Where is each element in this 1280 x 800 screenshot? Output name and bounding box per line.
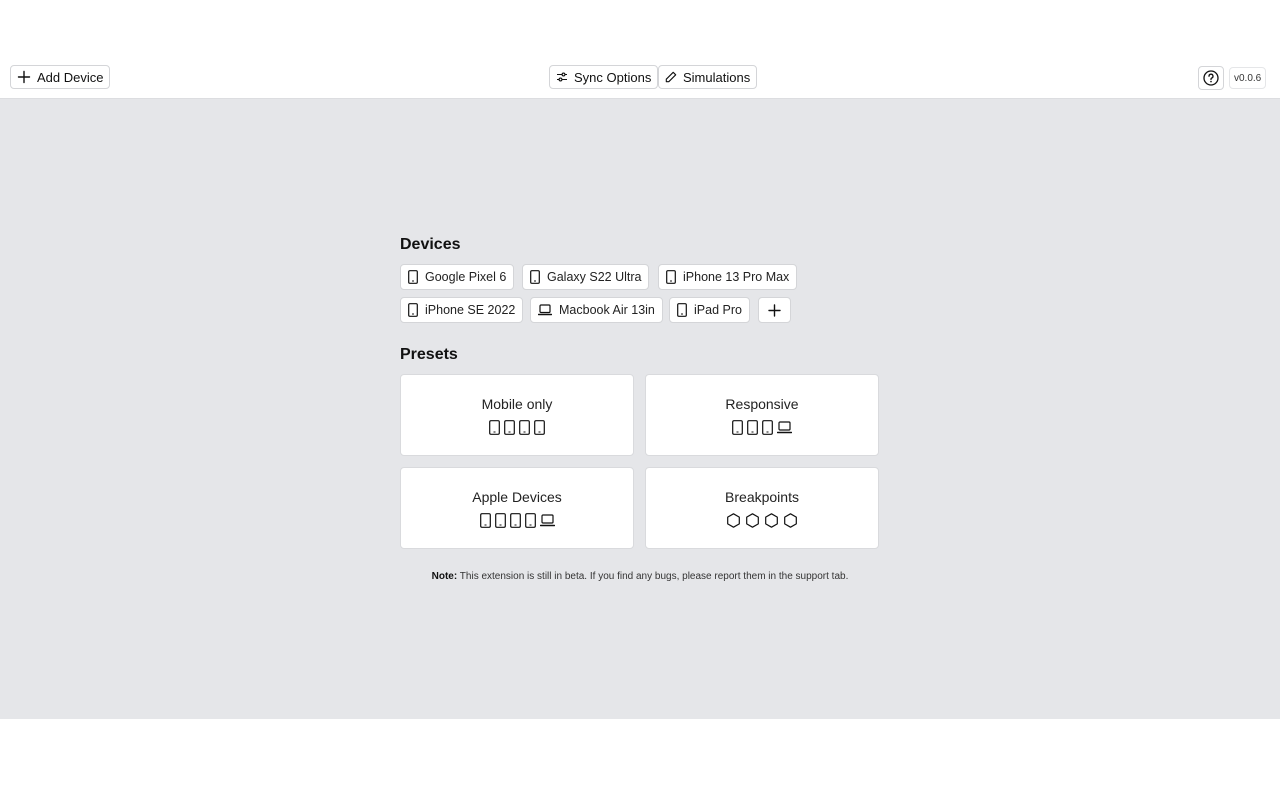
top-toolbar: Add Device Sync Options Simulations: [0, 58, 1280, 99]
devices-heading: Devices: [400, 236, 461, 253]
preset-card-breakpoints[interactable]: Breakpoints: [645, 467, 879, 549]
sync-options-label: Sync Options: [574, 69, 652, 85]
preset-icons: [489, 419, 545, 435]
preset-card-responsive[interactable]: Responsive: [645, 374, 879, 456]
device-chip-iphone-13-pro-max[interactable]: iPhone 13 Pro Max: [658, 264, 798, 290]
device-chip-label: iPhone 13 Pro Max: [683, 270, 790, 284]
laptop-icon: [538, 304, 552, 316]
device-chip-macbook-air-13in[interactable]: Macbook Air 13in: [530, 297, 663, 323]
device-chip-label: iPhone SE 2022: [425, 303, 516, 317]
phone-icon: [519, 419, 530, 435]
phone-icon: [530, 270, 540, 284]
preset-icons: [726, 512, 798, 528]
note-label: Note:: [431, 571, 458, 582]
phone-icon: [524, 512, 536, 528]
phone-icon: [677, 303, 687, 317]
device-chip-label: iPad Pro: [694, 303, 742, 317]
phone-icon: [479, 512, 491, 528]
device-chip-galaxy-s22-ultra[interactable]: Galaxy S22 Ultra: [522, 264, 650, 290]
sync-options-button[interactable]: Sync Options: [549, 65, 659, 89]
preset-card-mobile-only[interactable]: Mobile only: [400, 374, 634, 456]
version-badge: v0.0.6: [1229, 67, 1267, 89]
hexagon-icon: [745, 512, 760, 528]
hexagon-icon: [764, 512, 779, 528]
device-chip-label: Galaxy S22 Ultra: [547, 270, 642, 284]
phone-icon: [666, 270, 676, 284]
add-device-chip-button[interactable]: [758, 297, 791, 323]
phone-icon: [762, 419, 773, 435]
pencil-icon: [665, 71, 677, 83]
phone-icon: [732, 419, 743, 435]
phone-icon: [408, 270, 418, 284]
preset-title: Breakpoints: [725, 488, 799, 505]
preset-icons: [479, 512, 555, 528]
simulations-button[interactable]: Simulations: [658, 65, 758, 89]
device-chip-ipad-pro[interactable]: iPad Pro: [669, 297, 750, 323]
help-button[interactable]: [1198, 66, 1224, 90]
preset-title: Apple Devices: [472, 488, 562, 505]
add-device-button[interactable]: Add Device: [10, 65, 111, 89]
add-device-label: Add Device: [37, 69, 104, 85]
beta-note: Note: This extension is still in beta. I…: [0, 571, 1280, 582]
note-text: This extension is still in beta. If you …: [457, 571, 849, 582]
preset-icons: [732, 419, 792, 435]
device-chip-label: Google Pixel 6: [425, 270, 507, 284]
phone-icon: [534, 419, 545, 435]
phone-icon: [504, 419, 515, 435]
hexagon-icon: [783, 512, 798, 528]
help-circle-icon: [1203, 70, 1219, 86]
preset-card-apple-devices[interactable]: Apple Devices: [400, 467, 634, 549]
phone-icon: [489, 419, 500, 435]
sliders-icon: [556, 71, 568, 83]
preset-title: Responsive: [725, 395, 799, 412]
presets-heading: Presets: [400, 346, 458, 363]
laptop-icon: [777, 420, 792, 434]
phone-icon: [494, 512, 506, 528]
plus-icon: [768, 303, 781, 317]
device-chip-google-pixel-6[interactable]: Google Pixel 6: [400, 264, 515, 290]
phone-icon: [747, 419, 758, 435]
hexagon-icon: [726, 512, 741, 528]
laptop-icon: [539, 513, 555, 527]
preset-title: Mobile only: [481, 395, 553, 412]
main-canvas: [0, 99, 1280, 719]
simulations-label: Simulations: [683, 69, 751, 85]
phone-icon: [509, 512, 521, 528]
phone-icon: [408, 303, 418, 317]
device-chip-iphone-se-2022[interactable]: iPhone SE 2022: [400, 297, 524, 323]
plus-icon: [17, 70, 31, 84]
device-chip-label: Macbook Air 13in: [559, 303, 655, 317]
